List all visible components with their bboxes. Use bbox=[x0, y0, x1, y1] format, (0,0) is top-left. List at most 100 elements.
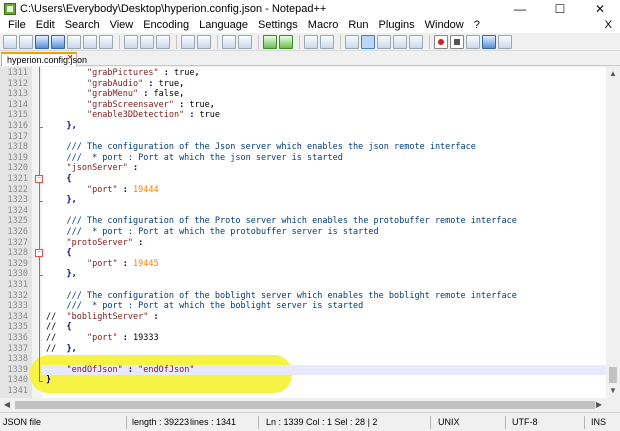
save-all-icon[interactable] bbox=[51, 34, 65, 49]
save-macro-icon[interactable] bbox=[498, 34, 512, 49]
word-wrap-icon[interactable] bbox=[345, 34, 359, 49]
record-macro-icon[interactable] bbox=[434, 34, 448, 49]
vertical-scroll-thumb[interactable] bbox=[609, 367, 617, 383]
indent-guide-icon[interactable] bbox=[361, 34, 375, 49]
line-number: 1338 bbox=[7, 354, 28, 365]
code-line[interactable]: 1331 bbox=[0, 280, 606, 291]
line-number: 1320 bbox=[7, 163, 28, 174]
menu-file[interactable]: File bbox=[3, 17, 31, 33]
fold-toggle-icon[interactable]: − bbox=[35, 175, 43, 183]
editor-area[interactable]: 1311 "grabPictures" : true, 1312 "grabAud… bbox=[0, 67, 606, 398]
code-line[interactable]: 1335 // { bbox=[0, 322, 606, 333]
code-line[interactable]: 1334 // "boblightServer" : bbox=[0, 312, 606, 323]
code-line[interactable]: 1327 "protoServer" : bbox=[0, 238, 606, 249]
scroll-right-icon[interactable]: ▶ bbox=[592, 398, 606, 412]
code-line[interactable]: 1321 { bbox=[0, 174, 606, 185]
code-line[interactable]: 1315 "enable3DDetection" : true bbox=[0, 110, 606, 121]
menu-language[interactable]: Language bbox=[194, 17, 253, 33]
status-encoding[interactable]: UTF-8 bbox=[512, 413, 538, 431]
menu-window[interactable]: Window bbox=[420, 17, 469, 33]
vertical-scrollbar[interactable]: ▲ ▼ bbox=[606, 67, 620, 398]
menu-search[interactable]: Search bbox=[60, 17, 105, 33]
maximize-button[interactable]: ☐ bbox=[540, 0, 580, 17]
function-list-icon[interactable] bbox=[409, 34, 423, 49]
line-number: 1329 bbox=[7, 258, 28, 269]
code-line[interactable]: 1324 bbox=[0, 206, 606, 217]
line-number: 1318 bbox=[7, 142, 28, 153]
code-line[interactable]: 1317 bbox=[0, 132, 606, 143]
tab-close-icon[interactable]: ✕ bbox=[66, 54, 74, 62]
document-map-icon[interactable] bbox=[393, 34, 407, 49]
menu-edit[interactable]: Edit bbox=[31, 17, 60, 33]
line-number: 1315 bbox=[7, 110, 28, 121]
status-separator bbox=[258, 416, 259, 429]
code-line[interactable]: 1328 { bbox=[0, 248, 606, 259]
menu-plugins[interactable]: Plugins bbox=[374, 17, 420, 33]
code-line[interactable]: 1333 /// * port : Port at which the bobl… bbox=[0, 301, 606, 312]
fold-toggle-icon[interactable]: − bbox=[35, 249, 43, 258]
line-number: 1325 bbox=[7, 216, 28, 227]
line-number: 1337 bbox=[7, 343, 28, 354]
copy-icon[interactable] bbox=[140, 34, 154, 49]
paste-icon[interactable] bbox=[156, 34, 170, 49]
close-all-icon[interactable] bbox=[83, 34, 97, 49]
code-line[interactable]: 1314 "grabScreensaver" : true, bbox=[0, 100, 606, 111]
undo-icon[interactable] bbox=[181, 34, 195, 49]
minimize-button[interactable]: — bbox=[500, 0, 540, 17]
code-line[interactable]: 1340} bbox=[0, 375, 606, 386]
code-line[interactable]: 1341 bbox=[0, 386, 606, 397]
save-icon[interactable] bbox=[35, 34, 49, 49]
close-document-button[interactable]: X bbox=[605, 17, 612, 33]
menu-macro[interactable]: Macro bbox=[303, 17, 344, 33]
horizontal-scroll-thumb[interactable] bbox=[15, 401, 595, 409]
scroll-down-icon[interactable]: ▼ bbox=[606, 384, 620, 398]
zoom-out-icon[interactable] bbox=[279, 34, 293, 49]
zoom-in-icon[interactable] bbox=[263, 34, 277, 49]
code-line[interactable]: 1323 }, bbox=[0, 195, 606, 206]
code-line[interactable]: 1336 // "port" : 19333 bbox=[0, 333, 606, 344]
menu-settings[interactable]: Settings bbox=[253, 17, 303, 33]
scroll-left-icon[interactable]: ◀ bbox=[0, 398, 14, 412]
menu-help[interactable]: ? bbox=[469, 17, 485, 33]
cut-icon[interactable] bbox=[124, 34, 138, 49]
line-text: "port" : 19445 bbox=[86, 258, 159, 269]
close-button[interactable]: ✕ bbox=[580, 0, 620, 17]
tab-hyperion-config[interactable]: hyperion.config.json ✕ bbox=[1, 52, 87, 66]
open-file-icon[interactable] bbox=[19, 34, 33, 49]
code-line[interactable]: 1316 }, bbox=[0, 121, 606, 132]
code-line[interactable]: 1318 /// The configuration of the Json s… bbox=[0, 142, 606, 153]
code-line[interactable]: 1313 "grabMenu" : false, bbox=[0, 89, 606, 100]
new-file-icon[interactable] bbox=[3, 34, 17, 49]
code-line[interactable]: 1329 "port" : 19445 bbox=[0, 259, 606, 270]
code-line[interactable]: 1320 "jsonServer" : bbox=[0, 163, 606, 174]
code-line[interactable]: 1312 "grabAudio" : true, bbox=[0, 79, 606, 90]
find-icon[interactable] bbox=[222, 34, 236, 49]
horizontal-scrollbar[interactable]: ◀ ▶ bbox=[0, 398, 606, 412]
print-icon[interactable] bbox=[99, 34, 113, 49]
code-line[interactable]: 1322 "port" : 19444 bbox=[0, 185, 606, 196]
sync-vertical-icon[interactable] bbox=[304, 34, 318, 49]
show-all-characters-icon[interactable] bbox=[377, 34, 391, 49]
sync-horizontal-icon[interactable] bbox=[320, 34, 334, 49]
code-line[interactable]: 1319 /// * port : Port at which the json… bbox=[0, 153, 606, 164]
code-line[interactable]: 1339 "endOfJson" : "endOfJson" bbox=[0, 365, 606, 376]
playback-macro-icon[interactable] bbox=[466, 34, 480, 49]
code-line[interactable]: 1337 // }, bbox=[0, 344, 606, 355]
status-insert-mode[interactable]: INS bbox=[591, 413, 606, 431]
stop-recording-icon[interactable] bbox=[450, 34, 464, 49]
code-line[interactable]: 1326 /// * port : Port at which the prot… bbox=[0, 227, 606, 238]
redo-icon[interactable] bbox=[197, 34, 211, 49]
code-line[interactable]: 1311 "grabPictures" : true, bbox=[0, 68, 606, 79]
scroll-up-icon[interactable]: ▲ bbox=[606, 67, 620, 81]
code-line[interactable]: 1330 }, bbox=[0, 269, 606, 280]
status-eol[interactable]: UNIX bbox=[438, 413, 460, 431]
code-line[interactable]: 1325 /// The configuration of the Proto … bbox=[0, 216, 606, 227]
code-line[interactable]: 1332 /// The configuration of the boblig… bbox=[0, 291, 606, 302]
code-line[interactable]: 1338 bbox=[0, 354, 606, 365]
menu-view[interactable]: View bbox=[105, 17, 139, 33]
menu-run[interactable]: Run bbox=[343, 17, 373, 33]
run-macro-multiple-icon[interactable] bbox=[482, 34, 496, 49]
close-file-icon[interactable] bbox=[67, 34, 81, 49]
menu-encoding[interactable]: Encoding bbox=[138, 17, 194, 33]
replace-icon[interactable] bbox=[238, 34, 252, 49]
